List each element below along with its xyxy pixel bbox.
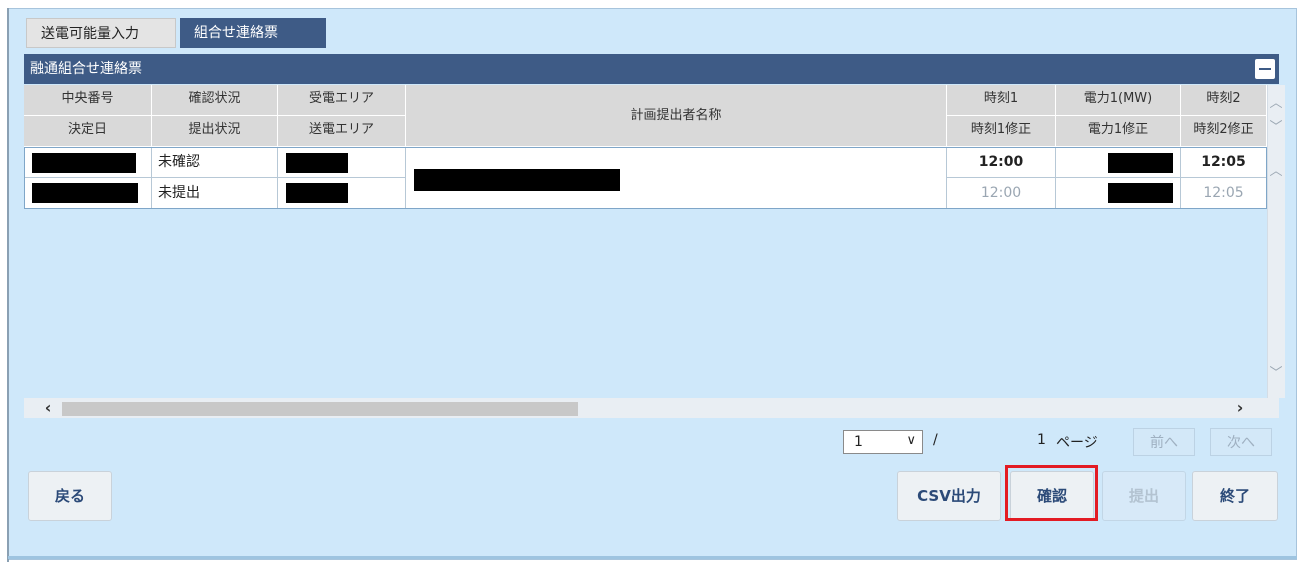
page-select[interactable]: 1 ∨ — [843, 430, 923, 454]
chevron-left-icon[interactable]: ‹ — [38, 398, 58, 418]
chevron-down-icon[interactable]: ﹀ — [1268, 362, 1284, 381]
redacted-block — [1108, 153, 1173, 173]
header-sending-area[interactable]: 送電エリア — [278, 116, 406, 147]
cell-time1-fix[interactable]: 12:00 — [947, 178, 1056, 209]
horizontal-scroll-thumb[interactable] — [62, 402, 578, 416]
frame-border-left — [7, 8, 9, 562]
header-decision-date[interactable]: 決定日 — [24, 116, 152, 147]
page-separator: / — [933, 432, 938, 448]
confirm-highlight-box — [1005, 465, 1098, 521]
header-confirm-status[interactable]: 確認状況 — [152, 85, 278, 116]
chevron-right-icon[interactable]: › — [1230, 398, 1250, 418]
header-planner-name[interactable]: 計画提出者名称 — [406, 85, 947, 147]
tab-transmission-input[interactable]: 送電可能量入力 — [26, 18, 176, 48]
cell-central-no[interactable] — [24, 147, 152, 178]
cell-confirm-status[interactable]: 未確認 — [152, 147, 278, 178]
frame-border-bottom — [8, 556, 1297, 559]
cell-time2-fix[interactable]: 12:05 — [1181, 178, 1267, 209]
redacted-block — [32, 153, 136, 173]
tab-combination-contact[interactable]: 組合せ連絡票 — [180, 18, 326, 48]
submit-button[interactable]: 提出 — [1102, 471, 1186, 521]
header-time1-fix[interactable]: 時刻1修正 — [947, 116, 1056, 147]
prev-page-button[interactable]: 前へ — [1133, 428, 1195, 456]
chevron-up-icon[interactable]: ︿ — [1268, 160, 1284, 179]
data-grid: 中央番号 確認状況 受電エリア 計画提出者名称 時刻1 電力1(MW) 時刻2 … — [24, 85, 1267, 398]
redacted-block — [286, 183, 348, 203]
back-button[interactable]: 戻る — [28, 471, 112, 521]
chevron-down-icon[interactable]: ﹀ — [1268, 116, 1284, 135]
header-submit-status[interactable]: 提出状況 — [152, 116, 278, 147]
chevron-up-icon[interactable]: ︿ — [1268, 92, 1284, 111]
header-power1-fix[interactable]: 電力1修正 — [1056, 116, 1181, 147]
minus-icon[interactable] — [1255, 59, 1275, 79]
header-time2-fix[interactable]: 時刻2修正 — [1181, 116, 1267, 147]
cell-planner-name[interactable] — [406, 147, 947, 209]
page-label: ページ — [1056, 435, 1098, 451]
redacted-block — [414, 169, 620, 191]
panel-header: 融通組合せ連絡票 — [24, 54, 1279, 84]
redacted-block — [1108, 183, 1173, 203]
header-central-no[interactable]: 中央番号 — [24, 85, 152, 116]
page-select-value: 1 — [854, 434, 863, 450]
cell-time2[interactable]: 12:05 — [1181, 147, 1267, 178]
page-total: 1 — [1037, 432, 1046, 448]
cell-time1[interactable]: 12:00 — [947, 147, 1056, 178]
cell-power1[interactable] — [1056, 147, 1181, 178]
end-button[interactable]: 終了 — [1192, 471, 1278, 521]
cell-submit-status[interactable]: 未提出 — [152, 178, 278, 209]
header-time1[interactable]: 時刻1 — [947, 85, 1056, 116]
csv-export-button[interactable]: CSV出力 — [897, 471, 1001, 521]
header-time2[interactable]: 時刻2 — [1181, 85, 1267, 116]
panel-title: 融通組合せ連絡票 — [30, 61, 142, 77]
header-power1[interactable]: 電力1(MW) — [1056, 85, 1181, 116]
next-page-button[interactable]: 次へ — [1210, 428, 1272, 456]
cell-decision-date[interactable] — [24, 178, 152, 209]
cell-power1-fix[interactable] — [1056, 178, 1181, 209]
header-receiving-area[interactable]: 受電エリア — [278, 85, 406, 116]
redacted-block — [32, 183, 138, 203]
redacted-block — [286, 153, 348, 173]
cell-receiving-area[interactable] — [278, 147, 406, 178]
cell-sending-area[interactable] — [278, 178, 406, 209]
chevron-down-icon: ∨ — [906, 433, 916, 448]
